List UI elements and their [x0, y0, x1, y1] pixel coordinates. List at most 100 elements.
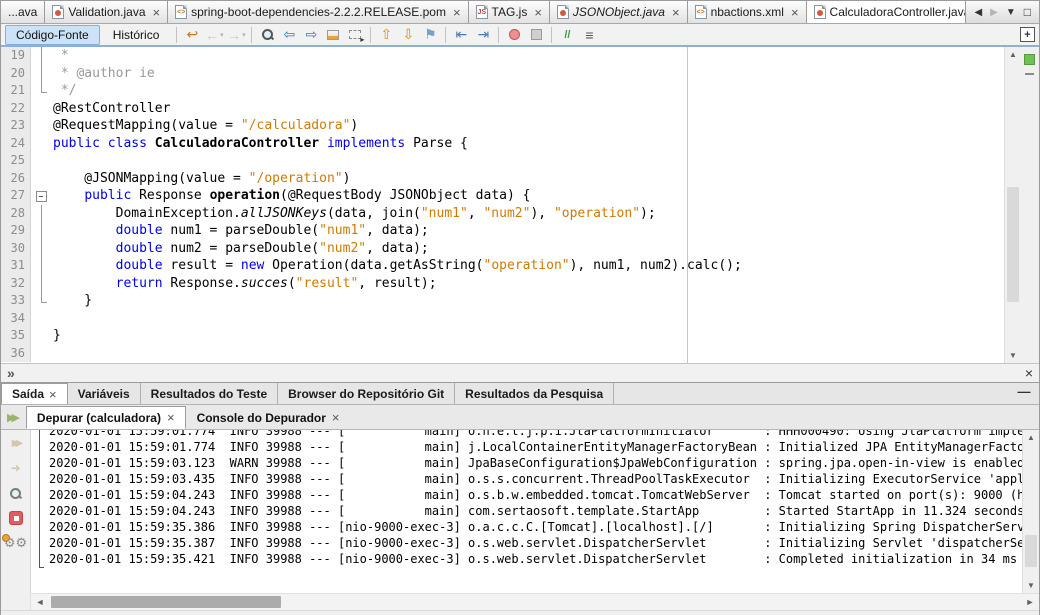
- toggle-bookmark-button[interactable]: ⚑: [419, 25, 441, 45]
- tab-close-icon[interactable]: ×: [153, 6, 161, 19]
- fold-indicator[interactable]: [31, 257, 53, 275]
- debug-tab-depurar-calculadora-[interactable]: Depurar (calculadora)×: [26, 406, 186, 429]
- code-line[interactable]: 23@RequestMapping(value = "/calculadora"…: [1, 117, 1004, 135]
- previous-bookmark-button[interactable]: ⇧: [375, 25, 397, 45]
- document-list-button[interactable]: ▼: [1006, 7, 1016, 18]
- debugger-settings-button[interactable]: ⚙⚙: [6, 534, 26, 552]
- log-line[interactable]: 2020-01-01 15:59:35.387 INFO 39988 --- […: [49, 535, 1022, 551]
- fold-indicator[interactable]: [31, 240, 53, 258]
- code-line[interactable]: 25: [1, 152, 1004, 170]
- log-line[interactable]: 2020-01-01 15:59:03.123 WARN 39988 --- […: [49, 455, 1022, 471]
- tab-close-icon[interactable]: ×: [332, 410, 340, 425]
- console-log[interactable]: 2020-01-01 15:59:01.774 INFO 39988 --- […: [31, 430, 1022, 593]
- fold-indicator[interactable]: [31, 187, 53, 205]
- source-view-button[interactable]: Código-Fonte: [5, 25, 100, 45]
- log-line[interactable]: 2020-01-01 15:59:03.435 INFO 39988 --- […: [49, 471, 1022, 487]
- tab-close-icon[interactable]: ×: [672, 6, 680, 19]
- scrollbar-thumb[interactable]: [1025, 535, 1037, 567]
- fold-indicator[interactable]: [31, 205, 53, 223]
- minimize-panel-button[interactable]: —: [1015, 385, 1033, 401]
- code-line[interactable]: 19 *: [1, 47, 1004, 65]
- log-line[interactable]: 2020-01-01 15:59:01.774 INFO 39988 --- […: [49, 439, 1022, 455]
- code-line[interactable]: 29 double num1 = parseDouble("num1", dat…: [1, 222, 1004, 240]
- code-line[interactable]: 34: [1, 310, 1004, 328]
- editor-tab-spring-boot-dependencies-2-2-2-release-pom[interactable]: spring-boot-dependencies-2.2.2.RELEASE.p…: [168, 1, 468, 23]
- scroll-up-icon[interactable]: ▲: [1005, 50, 1021, 59]
- dropdown-arrow-icon[interactable]: ▾: [220, 31, 224, 39]
- editor-tab-partial[interactable]: ...ava: [1, 1, 45, 23]
- output-tab-sa-da[interactable]: Saída×: [1, 383, 68, 404]
- console-horizontal-scrollbar[interactable]: ◄ ►: [31, 593, 1039, 610]
- code-line[interactable]: 27 public Response operation(@RequestBod…: [1, 187, 1004, 205]
- editor-close-icon[interactable]: ×: [1025, 365, 1033, 381]
- comment-button[interactable]: //: [556, 25, 578, 45]
- editor-tab-calculadoracontroller-java[interactable]: CalculadoraController.java×: [807, 1, 966, 23]
- code-line[interactable]: 26 @JSONMapping(value = "/operation"): [1, 170, 1004, 188]
- output-tab-resultados-da-pesquisa[interactable]: Resultados da Pesquisa: [455, 383, 614, 404]
- log-line[interactable]: 2020-01-01 15:59:04.243 INFO 39988 --- […: [49, 487, 1022, 503]
- scroll-up-icon[interactable]: ▲: [1023, 433, 1039, 442]
- code-line[interactable]: 33 }: [1, 292, 1004, 310]
- fold-indicator[interactable]: [31, 82, 53, 100]
- editor-tab-tag-js[interactable]: TAG.js×: [469, 1, 550, 23]
- find-next-occurrence-button[interactable]: ⇨: [300, 25, 322, 45]
- editor-vertical-scrollbar[interactable]: ▲ ▼: [1004, 47, 1021, 363]
- rectangular-selection-button[interactable]: [344, 25, 366, 45]
- stop-debugger-button[interactable]: [6, 509, 26, 527]
- editor-tab-nbactions-xml[interactable]: nbactions.xml×: [688, 1, 807, 23]
- scroll-right-icon[interactable]: ►: [1023, 595, 1037, 609]
- code-line[interactable]: 20 * @author ie: [1, 65, 1004, 83]
- scroll-down-icon[interactable]: ▼: [1023, 581, 1039, 590]
- code-line[interactable]: 28 DomainException.allJSONKeys(data, joi…: [1, 205, 1004, 223]
- tab-close-icon[interactable]: ×: [453, 6, 461, 19]
- scroll-left-icon[interactable]: ◄: [33, 595, 47, 609]
- output-fold-bracket[interactable]: [39, 430, 40, 568]
- tab-close-icon[interactable]: ×: [791, 6, 799, 19]
- output-tab-vari-veis[interactable]: Variáveis: [68, 383, 141, 404]
- output-tab-resultados-do-teste[interactable]: Resultados do Teste: [141, 383, 278, 404]
- jump-last-edit-button[interactable]: ↩: [181, 25, 203, 45]
- find-previous-occurrence-button[interactable]: ⇦: [278, 25, 300, 45]
- toggle-highlight-search-button[interactable]: [322, 25, 344, 45]
- shift-line-left-button[interactable]: ⇤: [450, 25, 472, 45]
- code-editor[interactable]: 19 *20 * @author ie21 */22@RestControlle…: [1, 47, 1039, 363]
- code-line[interactable]: 24public class CalculadoraController imp…: [1, 135, 1004, 153]
- fold-indicator[interactable]: [31, 47, 53, 65]
- breadcrumb-expand-icon[interactable]: »: [7, 365, 15, 381]
- start-macro-recording-button[interactable]: [503, 25, 525, 45]
- log-line[interactable]: 2020-01-01 15:59:35.421 INFO 39988 --- […: [49, 551, 1022, 567]
- code-line[interactable]: 22@RestController: [1, 100, 1004, 118]
- tab-close-icon[interactable]: ×: [167, 410, 175, 425]
- editor-tab-validation-java[interactable]: Validation.java×: [45, 1, 168, 23]
- shift-line-right-button[interactable]: ⇥: [472, 25, 494, 45]
- code-line[interactable]: 32 return Response.succes("result", resu…: [1, 275, 1004, 293]
- fold-indicator[interactable]: [31, 65, 53, 83]
- history-view-button[interactable]: Histórico: [102, 25, 171, 45]
- log-line[interactable]: 2020-01-01 15:59:04.243 INFO 39988 --- […: [49, 503, 1022, 519]
- debug-tab-console-do-depurador[interactable]: Console do Depurador×: [186, 406, 351, 429]
- fold-indicator[interactable]: [31, 292, 53, 310]
- prev-document-button[interactable]: ◀: [974, 7, 982, 18]
- dropdown-arrow-icon[interactable]: ▾: [242, 31, 246, 39]
- code-line[interactable]: 21 */: [1, 82, 1004, 100]
- scrollbar-thumb[interactable]: [51, 596, 281, 608]
- uncomment-button[interactable]: ≡: [578, 25, 600, 45]
- scroll-down-icon[interactable]: ▼: [1005, 351, 1021, 360]
- next-bookmark-button[interactable]: ⇩: [397, 25, 419, 45]
- code-line[interactable]: 35}: [1, 327, 1004, 345]
- log-line[interactable]: 2020-01-01 15:59:01.774 INFO 39988 --- […: [49, 430, 1022, 439]
- code-line[interactable]: 31 double result = new Operation(data.ge…: [1, 257, 1004, 275]
- editor-tab-jsonobject-java[interactable]: JSONObject.java×: [550, 1, 688, 23]
- fold-indicator[interactable]: [31, 275, 53, 293]
- fold-indicator[interactable]: [31, 222, 53, 240]
- tab-close-icon[interactable]: ×: [49, 387, 57, 402]
- code-line[interactable]: 30 double num2 = parseDouble("num2", dat…: [1, 240, 1004, 258]
- console-vertical-scrollbar[interactable]: ▲ ▼: [1022, 430, 1039, 593]
- code-line[interactable]: 36: [1, 345, 1004, 363]
- no-errors-badge[interactable]: [1024, 54, 1035, 65]
- stop-macro-recording-button[interactable]: [525, 25, 547, 45]
- scrollbar-thumb[interactable]: [1007, 187, 1019, 302]
- log-line[interactable]: 2020-01-01 15:59:35.386 INFO 39988 --- […: [49, 519, 1022, 535]
- tab-close-icon[interactable]: ×: [534, 6, 542, 19]
- split-window-button[interactable]: +: [1020, 27, 1035, 42]
